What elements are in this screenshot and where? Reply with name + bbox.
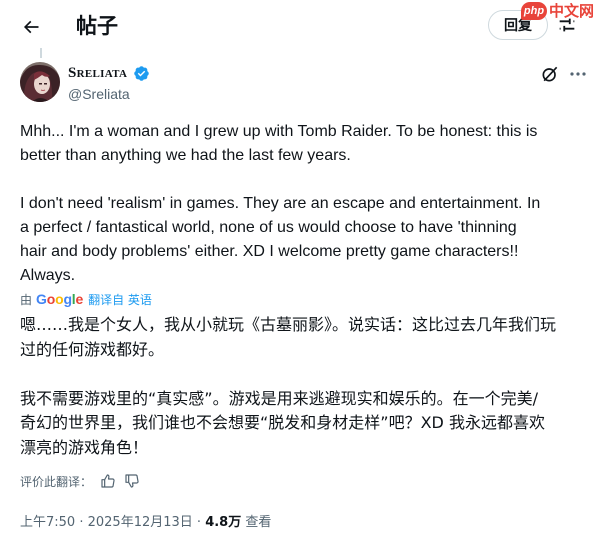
rate-translation-label: 评价此翻译： xyxy=(20,474,93,489)
views-label: 查看 xyxy=(245,515,272,530)
post-time[interactable]: 上午7:50 xyxy=(20,515,75,530)
arrow-left-icon xyxy=(23,20,39,34)
translation-by-label: 由 xyxy=(20,292,33,307)
sliders-icon[interactable] xyxy=(556,14,578,36)
post-text: Mhh... I'm a woman and I grew up with To… xyxy=(20,123,541,284)
watermark-php: php xyxy=(521,2,547,20)
rate-translation: 评价此翻译： xyxy=(20,472,140,490)
author-display-name[interactable]: Sreliata xyxy=(68,65,127,82)
post-date[interactable]: 2025年12月13日 xyxy=(88,515,193,530)
post-meta: 上午7:50 · 2025年12月13日 · 4.8万 查看 xyxy=(20,511,271,530)
meta-separator: · xyxy=(192,515,206,530)
avatar-image xyxy=(20,62,60,102)
page-title: 帖子 xyxy=(76,14,118,38)
view-count: 4.8万 xyxy=(205,515,242,530)
more-options-icon[interactable] xyxy=(568,66,588,82)
google-logo: Google xyxy=(36,291,84,307)
avatar[interactable] xyxy=(20,62,60,102)
thumbs-up-icon[interactable] xyxy=(100,473,116,489)
meta-separator: · xyxy=(75,515,88,530)
grok-icon[interactable] xyxy=(540,64,560,84)
translated-post-text: 嗯……我是个女人，我从小就玩《古墓丽影》。说实话：这比过去几年我们玩 过的任何游… xyxy=(20,315,557,457)
translation-attribution: 由 Google 翻译自 英语 xyxy=(20,290,152,308)
back-button[interactable] xyxy=(14,10,48,44)
top-bar: 帖子 回复 php 中文网 xyxy=(0,0,601,52)
translated-from-link[interactable]: 翻译自 英语 xyxy=(88,291,152,308)
author-handle[interactable]: @Sreliata xyxy=(68,86,130,102)
thumbs-down-icon[interactable] xyxy=(124,473,140,489)
thread-connector xyxy=(40,48,42,58)
verified-badge-icon xyxy=(134,66,149,81)
